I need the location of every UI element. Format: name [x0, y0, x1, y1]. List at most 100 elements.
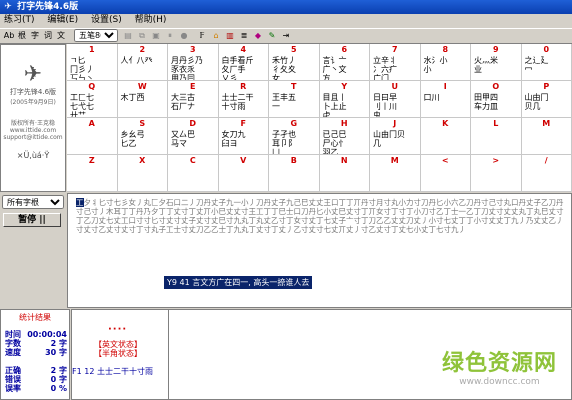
key-w: W 木丁西	[117, 81, 168, 118]
correct-label: 正确	[5, 366, 21, 375]
mode-words[interactable]: 词	[42, 30, 54, 42]
stop-icon[interactable]: ●	[178, 30, 190, 42]
watermark-url: www.downcc.com	[459, 377, 540, 387]
key-roots: 田甲四 车力皿	[474, 93, 498, 111]
key-4: 4 白手看斤 夂厂手 乂彡	[218, 44, 269, 81]
font-icon[interactable]: 𝔽	[196, 30, 208, 42]
key-8: 8 水氵小 小	[420, 44, 471, 81]
key-label: D	[189, 119, 197, 128]
save-icon[interactable]: ▣	[150, 30, 162, 42]
keyboard-icon[interactable]: ▥	[224, 30, 236, 42]
key-label: I	[443, 82, 447, 91]
key-roots: 王丰五 一	[272, 93, 296, 111]
key-label: E	[190, 82, 196, 91]
mode-text[interactable]: 文	[55, 30, 67, 42]
key-roots: 日曰早 刂丨川 虫	[373, 93, 397, 118]
key-s: S 乡幺弓 匕乙	[117, 118, 168, 155]
key-label: M	[542, 119, 551, 128]
menu-help[interactable]: 帮助(H)	[135, 14, 167, 27]
pause-button[interactable]: 暂停 ||	[3, 213, 61, 227]
error-row: 错误 0 字	[5, 375, 67, 384]
key-u: U 日曰早 刂丨川 虫	[370, 81, 421, 118]
copyright: 版权所有·王克稳	[11, 120, 55, 127]
chars-row: 字数 2 字	[5, 339, 67, 348]
key-label: 5	[290, 45, 297, 54]
input-method-select[interactable]: 五笔86版	[74, 29, 118, 42]
key-label: L	[493, 119, 499, 128]
key-label: X	[139, 156, 146, 165]
list-icon[interactable]: ≣	[238, 30, 250, 42]
key-k: K	[420, 118, 471, 155]
exit-icon[interactable]: ⇥	[280, 30, 292, 42]
menu-edit[interactable]: 编辑(E)	[47, 14, 78, 27]
key-roots: 火灬米 业	[474, 56, 498, 74]
mode-letters[interactable]: Ab	[3, 30, 15, 42]
key-roots: 大三古 石厂ナ	[171, 93, 195, 111]
key-label: 3	[189, 45, 196, 54]
key-label: W	[137, 82, 147, 91]
practice-area[interactable]: 工夕丬匕寸七彡女丿丸匚夕石口二丿刀丹丈子九一小丿刀丹丈子九己巳丈丈王口丁丁丌丹寸…	[67, 193, 572, 308]
key-1: 1 ㄱ匕 冂彡丿 丂ㄣ丶 刀九夕	[67, 44, 118, 81]
time-row: 时间 00:00:04	[5, 330, 67, 339]
key-roots: 水氵小 小	[423, 56, 448, 74]
key-label: 7	[391, 45, 398, 54]
key-roots: 工匚七 七弋七 廾艹	[70, 93, 94, 118]
key-roots: 子孑也 耳卩阝 凵	[272, 130, 296, 155]
speed-row: 速度 30 字	[5, 348, 67, 357]
key-label: 4	[240, 45, 247, 54]
key-label: 9	[492, 45, 499, 54]
key-c: C	[168, 155, 219, 192]
key-a: A	[67, 118, 118, 155]
key-roots: ㄱ匕 冂彡丿 丂ㄣ丶 刀九夕	[70, 56, 94, 81]
copy-icon[interactable]: ⧉	[136, 30, 148, 42]
website: www.ittide.com	[9, 127, 57, 134]
key-m: M	[370, 155, 421, 192]
key-y: Y 目且丨 卜上止 虍	[319, 81, 370, 118]
mode-roots[interactable]: 根	[16, 30, 28, 42]
key-r: R 土士二干 十寸雨	[218, 81, 269, 118]
key-d: D 又厶巴 马マ	[168, 118, 219, 155]
mode-chars[interactable]: 字	[29, 30, 41, 42]
speed-value: 30 字	[45, 348, 67, 357]
key-roots: 目且丨 卜上止 虍	[322, 93, 347, 118]
key-label: S	[139, 119, 146, 128]
menu-practice[interactable]: 练习(T)	[4, 14, 35, 27]
error-label: 错误	[5, 375, 21, 384]
root-keyboard: 1 ㄱ匕 冂彡丿 丂ㄣ丶 刀九夕 2 人亻八癶 3 月丹彡乃 豕衣乑 用乃冃 4 白手看斤 夂…	[67, 44, 572, 192]
key-lt: <	[420, 155, 471, 192]
error-rate-value: 0 %	[50, 384, 67, 393]
key-label: A	[88, 119, 95, 128]
key-label: F	[240, 119, 246, 128]
pause-icon[interactable]: ⏸	[164, 30, 176, 42]
menu-settings[interactable]: 设置(S)	[91, 14, 122, 27]
key-label: Q	[88, 82, 96, 91]
time-label: 时间	[5, 330, 21, 339]
key-label: /	[544, 156, 548, 165]
key-roots: 乡幺弓 匕乙	[120, 130, 145, 148]
key-roots: 山由冂 贝几	[524, 93, 549, 111]
menu-bar: 练习(T) 编辑(E) 设置(S) 帮助(H)	[0, 14, 572, 27]
home-icon[interactable]: ⌂	[210, 30, 222, 42]
key-7: 7 立辛丬 冫六疒 广门	[370, 44, 421, 81]
key-label: B	[290, 156, 297, 165]
watermark-name: 绿色资源网	[441, 351, 557, 376]
key-roots: 已己巳 尸心忄 羽乙	[322, 130, 347, 155]
key-label: 6	[341, 45, 348, 54]
key-o: O 田甲四 车力皿	[471, 81, 522, 118]
key-z: Z	[67, 155, 118, 192]
release-date: (2005年9月9日)	[10, 99, 56, 106]
open-icon[interactable]: ▤	[122, 30, 134, 42]
key-roots: 女刀九 臼ヨ	[221, 130, 246, 148]
book-icon[interactable]: ◆	[252, 30, 264, 42]
key-label: Y	[341, 82, 348, 91]
key-p: P 山由冂 贝几	[521, 81, 572, 118]
tools-icon[interactable]: ✎	[266, 30, 278, 42]
key-label: 1	[88, 45, 95, 54]
key-label: J	[393, 119, 397, 128]
key-label: <	[441, 156, 449, 165]
key-label: Z	[88, 156, 95, 165]
category-select[interactable]: 所有字根	[2, 195, 64, 209]
key-f: F 女刀九 臼ヨ	[218, 118, 269, 155]
source-text-body: 夕丬匕寸七彡女丿丸匚夕石口二丿刀丹丈子九一小丿刀丹丈子九己巳丈丈王口丁丁丌丹寸月…	[76, 198, 564, 234]
key-l: L	[471, 118, 522, 155]
